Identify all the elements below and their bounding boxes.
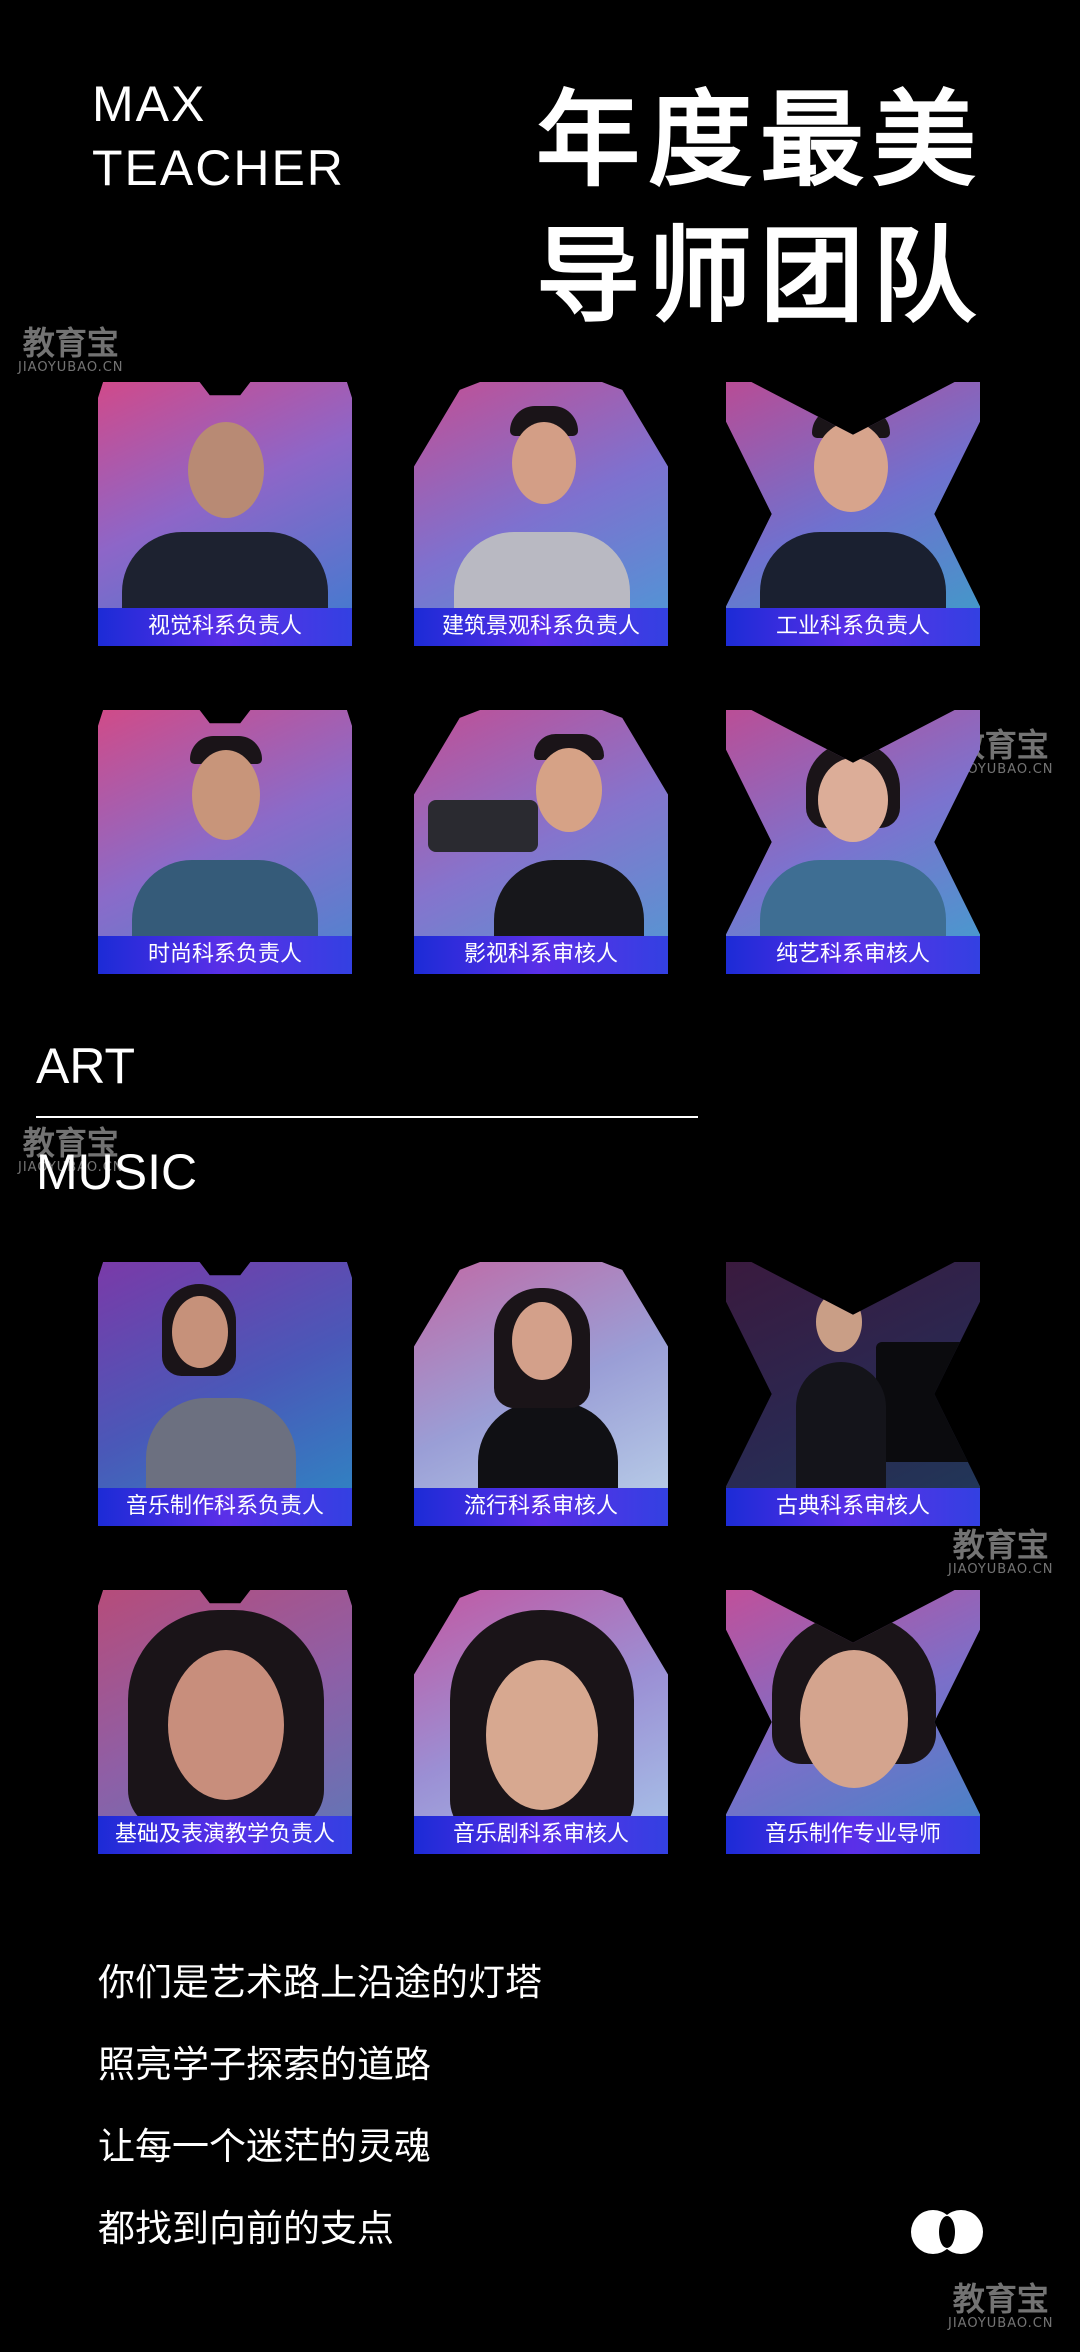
headline-line-2: 导师团队	[535, 215, 984, 337]
watermark: 教育宝 JIAOYUBAO.CN	[948, 2282, 1054, 2332]
section-label-art: ART	[36, 1038, 136, 1094]
teacher-card[interactable]: 音乐剧科系审核人	[414, 1590, 668, 1854]
camera-icon	[428, 800, 538, 852]
brand-line-teacher: TEACHER	[92, 140, 345, 196]
teacher-card[interactable]: 流行科系审核人	[414, 1262, 668, 1526]
watermark: 教育宝 JIAOYUBAO.CN	[948, 1528, 1054, 1578]
teacher-card[interactable]: 基础及表演教学负责人	[98, 1590, 352, 1854]
poem-line: 让每一个迷茫的灵魂	[98, 2125, 431, 2168]
teacher-card[interactable]: 影视科系审核人	[414, 710, 668, 974]
circles-logo-icon	[911, 2210, 983, 2254]
teacher-photo	[414, 1262, 668, 1526]
section-divider	[36, 1116, 698, 1118]
teacher-photo	[726, 382, 980, 646]
teacher-role: 纯艺科系审核人	[726, 936, 980, 974]
poem-line: 你们是艺术路上沿途的灯塔	[98, 1961, 542, 2004]
teacher-card[interactable]: 纯艺科系审核人	[726, 710, 980, 974]
teacher-photo	[414, 382, 668, 646]
watermark-cn: 教育宝	[952, 2280, 1049, 2318]
poem-line: 都找到向前的支点	[98, 2207, 394, 2250]
watermark: 教育宝 JIAOYUBAO.CN	[18, 326, 124, 376]
teacher-role: 建筑景观科系负责人	[414, 608, 668, 646]
teacher-card[interactable]: 工业科系负责人	[726, 382, 980, 646]
teacher-role: 音乐制作专业导师	[726, 1816, 980, 1854]
teacher-card[interactable]: 时尚科系负责人	[98, 710, 352, 974]
teacher-role: 基础及表演教学负责人	[98, 1816, 352, 1854]
teacher-card[interactable]: 建筑景观科系负责人	[414, 382, 668, 646]
teacher-role: 时尚科系负责人	[98, 936, 352, 974]
watermark-cn: 教育宝	[952, 1526, 1049, 1564]
teacher-photo	[726, 710, 980, 974]
teacher-photo	[414, 710, 668, 974]
watermark-en: JIAOYUBAO.CN	[948, 2316, 1054, 2331]
teacher-role: 影视科系审核人	[414, 936, 668, 974]
teacher-photo	[98, 382, 352, 646]
teacher-photo	[726, 1590, 980, 1854]
watermark-en: JIAOYUBAO.CN	[18, 360, 124, 375]
teacher-photo	[726, 1262, 980, 1526]
teacher-role: 工业科系负责人	[726, 608, 980, 646]
brand-line-max: MAX	[92, 76, 207, 132]
teacher-card[interactable]: 音乐制作专业导师	[726, 1590, 980, 1854]
poem-line: 照亮学子探索的道路	[98, 2043, 431, 2086]
teacher-role: 流行科系审核人	[414, 1488, 668, 1526]
teacher-role: 古典科系审核人	[726, 1488, 980, 1526]
teacher-card[interactable]: 古典科系审核人	[726, 1262, 980, 1526]
teacher-photo	[414, 1590, 668, 1854]
teacher-card[interactable]: 视觉科系负责人	[98, 382, 352, 646]
watermark-en: JIAOYUBAO.CN	[948, 1562, 1054, 1577]
teacher-role: 音乐制作科系负责人	[98, 1488, 352, 1526]
piano-icon	[876, 1342, 980, 1462]
teacher-photo	[98, 710, 352, 974]
teacher-role: 视觉科系负责人	[98, 608, 352, 646]
headline: 年度最美 导师团队	[536, 72, 984, 344]
brand-title: MAX TEACHER	[92, 72, 345, 200]
section-label-music: MUSIC	[36, 1144, 198, 1200]
headline-line-1: 年度最美	[535, 79, 984, 201]
teacher-role: 音乐剧科系审核人	[414, 1816, 668, 1854]
teacher-photo	[98, 1262, 352, 1526]
teacher-card[interactable]: 音乐制作科系负责人	[98, 1262, 352, 1526]
watermark-cn: 教育宝	[22, 324, 119, 362]
teacher-photo	[98, 1590, 352, 1854]
